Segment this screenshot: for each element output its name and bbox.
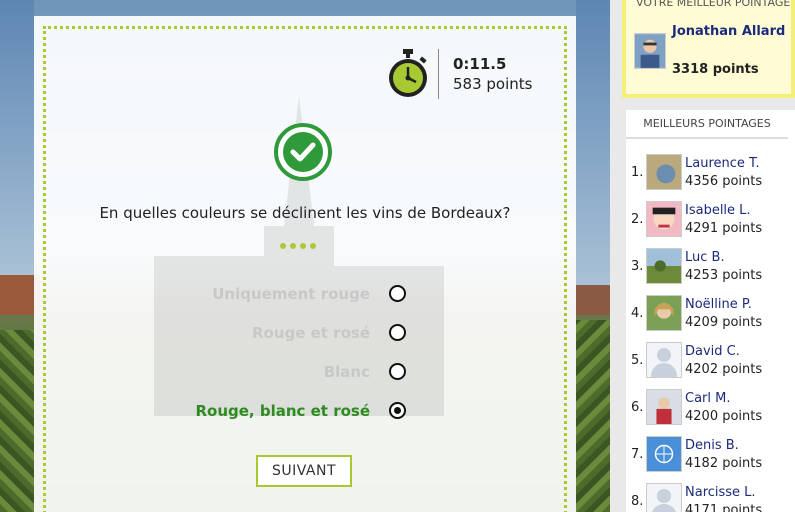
timer-separator: [438, 49, 439, 99]
leaderboard-entry: 5. David C. 4202 points: [626, 342, 795, 382]
best-score-points: 3318 points: [672, 62, 759, 77]
leaderboard-entry: 7. Denis B. 4182 points: [626, 436, 795, 476]
background-sky-right: [576, 0, 610, 285]
background-vineyard-right: [576, 320, 610, 512]
leaderboard-entry: 4. Noëlline P. 4209 points: [626, 295, 795, 335]
leaderboard-entry: 2. Isabelle L. 4291 points: [626, 201, 795, 241]
progress-dot: [290, 243, 296, 249]
next-button[interactable]: SUIVANT: [256, 455, 352, 487]
question-text: En quelles couleurs se déclinent les vin…: [99, 204, 511, 222]
answer-radio[interactable]: [389, 285, 406, 302]
default-avatar-icon[interactable]: [646, 483, 682, 512]
avatar[interactable]: [646, 248, 682, 284]
best-score-name[interactable]: Jonathan Allard: [672, 23, 792, 41]
player-points: 4200 points: [685, 409, 763, 424]
progress-dots: [280, 243, 316, 249]
rank-number: 7.: [631, 447, 644, 462]
player-name[interactable]: Isabelle L.: [685, 203, 751, 218]
player-points: 4209 points: [685, 315, 763, 330]
player-points: 4356 points: [685, 174, 763, 189]
leaderboard-entry: 6. Carl M. 4200 points: [626, 389, 795, 429]
rank-number: 5.: [631, 353, 644, 368]
avatar[interactable]: [646, 436, 682, 472]
timer-points: 583 points: [453, 75, 533, 93]
timer: 0:11.5 583 points: [386, 49, 532, 99]
rank-number: 4.: [631, 306, 644, 321]
player-name[interactable]: Noëlline P.: [685, 297, 752, 312]
rank-number: 2.: [631, 212, 644, 227]
answer-option-correct[interactable]: Rouge, blanc et rosé: [34, 399, 576, 423]
player-points: 4182 points: [685, 456, 763, 471]
avatar[interactable]: [634, 33, 666, 69]
background-roof: [575, 285, 610, 315]
avatar[interactable]: [646, 295, 682, 331]
answer-label: Uniquement rouge: [212, 285, 370, 303]
player-name[interactable]: Narcisse L.: [685, 485, 756, 500]
answer-option[interactable]: Blanc: [34, 360, 576, 384]
leaderboard-entry: 1. Laurence T. 4356 points: [626, 154, 795, 194]
player-points: 4171 points: [685, 503, 763, 512]
player-name[interactable]: Luc B.: [685, 250, 725, 265]
rank-number: 1.: [631, 165, 644, 180]
avatar[interactable]: [646, 389, 682, 425]
avatar[interactable]: [646, 154, 682, 190]
stopwatch-icon: [389, 49, 427, 97]
answer-option[interactable]: Uniquement rouge: [34, 282, 576, 306]
answer-option[interactable]: Rouge et rosé: [34, 321, 576, 345]
progress-dot: [280, 243, 286, 249]
background-sky-left: [0, 0, 34, 275]
leaderboard-entry: 8. Narcisse L. 4171 points: [626, 483, 795, 512]
player-points: 4253 points: [685, 268, 763, 283]
quiz-card: 0:11.5 583 points En quelles couleurs se…: [34, 16, 576, 512]
answer-radio[interactable]: [389, 363, 406, 380]
answer-label: Rouge, blanc et rosé: [195, 402, 370, 420]
answer-label: Blanc: [323, 363, 370, 381]
player-name[interactable]: Denis B.: [685, 438, 739, 453]
best-score-title: VOTRE MEILLEUR POINTAGE: [636, 0, 791, 9]
leaderboard-entry: 3. Luc B. 4253 points: [626, 248, 795, 288]
leaderboard-title: MEILLEURS POINTAGES: [626, 117, 788, 139]
progress-dot: [300, 243, 306, 249]
player-name[interactable]: David C.: [685, 344, 740, 359]
player-points: 4291 points: [685, 221, 763, 236]
answer-label: Rouge et rosé: [251, 324, 370, 342]
timer-time: 0:11.5: [453, 55, 507, 73]
leaderboard: MEILLEURS POINTAGES 1. Laurence T. 4356 …: [626, 110, 795, 512]
player-points: 4202 points: [685, 362, 763, 377]
default-avatar-icon[interactable]: [646, 342, 682, 378]
background-vineyard-left: [0, 330, 34, 512]
player-name[interactable]: Laurence T.: [685, 156, 760, 171]
answer-radio-selected[interactable]: [389, 402, 406, 419]
rank-number: 6.: [631, 400, 644, 415]
avatar[interactable]: [646, 201, 682, 237]
player-name[interactable]: Carl M.: [685, 391, 730, 406]
rank-number: 8.: [631, 494, 644, 509]
check-circle-icon: [274, 123, 332, 181]
best-score-box: VOTRE MEILLEUR POINTAGE Jonathan Allard …: [622, 0, 795, 98]
progress-dot: [310, 243, 316, 249]
answer-radio[interactable]: [389, 324, 406, 341]
rank-number: 3.: [631, 259, 644, 274]
